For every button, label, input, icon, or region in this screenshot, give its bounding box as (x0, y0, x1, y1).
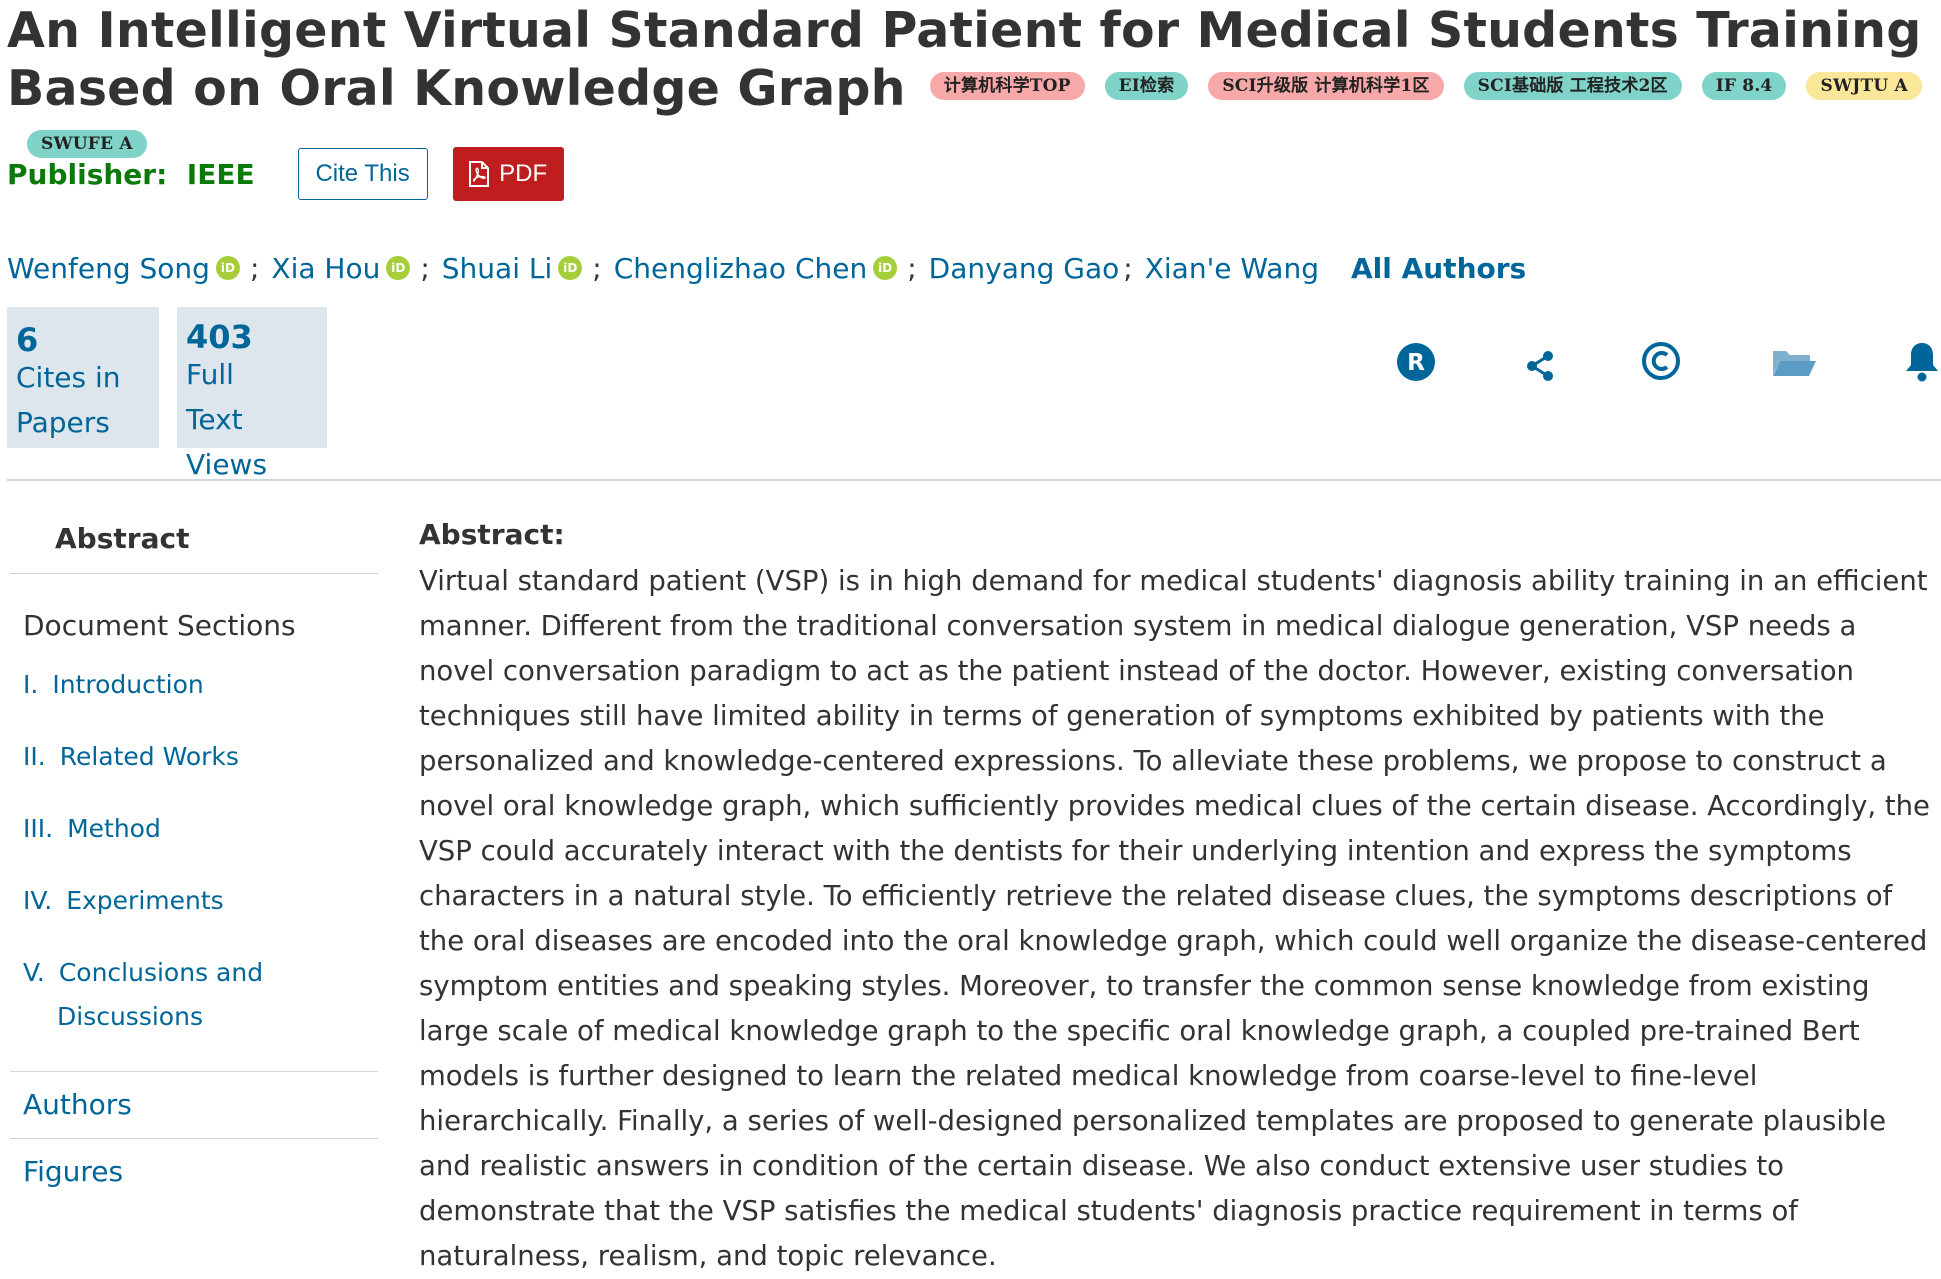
section-number: I. (23, 670, 39, 699)
cites-metric[interactable]: 6 Cites in Papers (7, 307, 159, 448)
publisher: Publisher: IEEE (7, 158, 255, 191)
section-label: Conclusions and (58, 958, 264, 987)
sidebar-section-5[interactable]: V. Conclusions and Discussions (10, 951, 263, 1039)
author-name: Xia Hou (271, 251, 381, 285)
pdf-label: PDF (499, 160, 548, 187)
publisher-name: IEEE (186, 157, 255, 191)
publisher-row: Publisher: IEEE Cite This PDF (7, 147, 564, 201)
views-metric[interactable]: 403 Full Text Views (177, 307, 327, 481)
rights-r-icon[interactable]: R (1396, 342, 1436, 387)
badge: EI检索 (1104, 71, 1189, 100)
author-link[interactable]: Xia Hou iD (271, 251, 411, 285)
author-name: Chenglizhao Chen (613, 251, 868, 285)
sidebar-section-2[interactable]: II. Related Works (10, 735, 239, 779)
bell-icon[interactable] (1903, 340, 1941, 387)
author-name: Shuai Li (441, 251, 553, 285)
orcid-icon[interactable]: iD (215, 256, 240, 280)
author-name: Danyang Gao (928, 251, 1120, 285)
section-number: II. (23, 742, 46, 771)
section-label: Method (67, 814, 161, 843)
share-icon[interactable] (1525, 350, 1555, 387)
author-separator: ; (249, 251, 260, 285)
author-separator: ; (592, 251, 602, 285)
orcid-icon[interactable]: iD (558, 256, 583, 280)
cites-label-line2: Papers (16, 406, 110, 439)
badge: SCI基础版 工程技术2区 (1463, 71, 1682, 100)
copyright-icon[interactable] (1641, 341, 1681, 386)
badge: SCI升级版 计算机科学1区 (1208, 71, 1444, 100)
author-list: Wenfeng Song iD; Xia Hou iD; Shuai Li iD; Chen… (7, 246, 1526, 290)
author-name: Xian'e Wang (1144, 251, 1319, 285)
document-sidebar: Abstract Document Sections I. Introductio… (10, 505, 378, 1188)
document-sections-heading: Document Sections (23, 609, 296, 642)
section-number: III. (23, 814, 54, 843)
author-link[interactable]: Xian'e Wang (1145, 252, 1319, 285)
folder-icon[interactable] (1771, 347, 1817, 382)
author-link[interactable]: Chenglizhao Chen iD (614, 252, 898, 285)
sidebar-section-3[interactable]: III. Method (10, 807, 161, 851)
pdf-button[interactable]: PDF (452, 147, 564, 201)
sidebar-section-4[interactable]: IV. Experiments (10, 879, 224, 923)
sidebar-item-abstract[interactable]: Abstract (10, 505, 378, 574)
section-label: Experiments (66, 886, 224, 915)
badge: IF 8.4 (1701, 71, 1787, 100)
author-link[interactable]: Shuai Li iD (441, 251, 583, 285)
section-label: Introduction (52, 670, 204, 699)
all-authors-link[interactable]: All Authors (1351, 252, 1526, 285)
views-label-line1: Full (186, 358, 234, 391)
author-link[interactable]: Wenfeng Song iD (7, 252, 240, 285)
sidebar-item-authors[interactable]: Authors (10, 1071, 378, 1138)
badge: 计算机科学TOP (929, 71, 1085, 100)
abstract-text: Virtual standard patient (VSP) is in hig… (419, 565, 1930, 1272)
sidebar-item-figures[interactable]: Figures (10, 1138, 378, 1205)
svg-text:R: R (1407, 350, 1425, 376)
author-separator: ; (420, 251, 430, 285)
section-label-line2: Discussions (57, 1002, 203, 1031)
section-label: Related Works (59, 742, 239, 771)
cite-this-button[interactable]: Cite This (297, 148, 428, 200)
views-label-line2: Text (186, 403, 243, 436)
publisher-label: Publisher: (7, 157, 168, 191)
author-link[interactable]: Danyang Gao (929, 252, 1120, 285)
sidebar-section-1[interactable]: I. Introduction (10, 663, 204, 707)
section-number: V. (23, 958, 45, 987)
author-name: Wenfeng Song (7, 251, 210, 285)
orcid-icon[interactable]: iD (873, 256, 898, 280)
author-separator: ; (907, 251, 917, 285)
header-divider (7, 479, 1941, 481)
cites-label-line1: Cites in (16, 361, 121, 394)
orcid-icon[interactable]: iD (386, 256, 411, 280)
author-separator: ; (1123, 251, 1133, 285)
badge: SWJTU A (1806, 71, 1922, 100)
abstract-heading: Abstract: (419, 518, 565, 551)
pdf-file-icon (469, 161, 490, 187)
section-number: IV. (23, 886, 53, 915)
